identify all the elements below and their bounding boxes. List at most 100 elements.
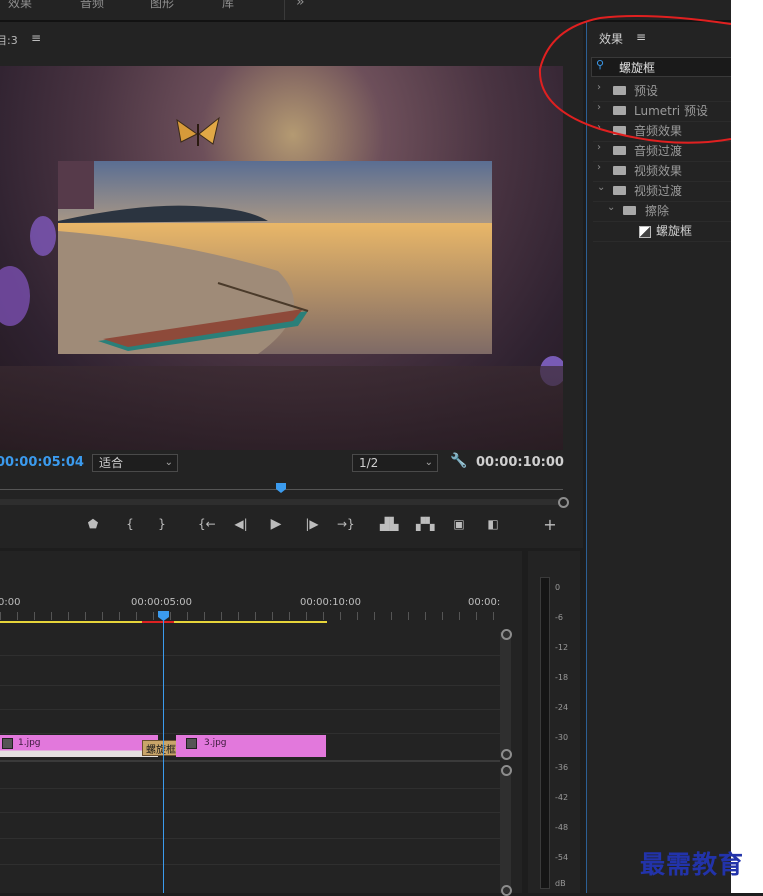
panel-menu-icon[interactable]: ≡ — [31, 31, 41, 45]
ground-shape — [0, 366, 563, 450]
flower-shape — [0, 266, 30, 326]
menu-effects[interactable]: 效果 — [8, 0, 32, 11]
ruler-label: 0:00 — [0, 597, 21, 608]
chevron-right-icon: › — [597, 162, 601, 173]
track-divider — [0, 655, 500, 656]
chevron-down-icon: ⌄ — [164, 457, 173, 468]
meter-tick: -18 — [555, 673, 569, 682]
chevron-down-icon: ⌄ — [597, 182, 606, 193]
compare-icon[interactable]: ◧ — [485, 517, 501, 531]
meter-unit: dB — [555, 879, 566, 888]
tree-item-label: 擦除 — [645, 204, 670, 218]
extract-icon[interactable]: ▞▚ — [416, 517, 434, 531]
track-divider — [0, 685, 500, 686]
fit-dropdown[interactable]: 适合 ⌄ — [92, 454, 178, 472]
go-to-in-icon[interactable]: {← — [198, 517, 216, 531]
out-point-icon[interactable]: } — [154, 517, 170, 531]
scroll-handle[interactable] — [501, 765, 512, 776]
in-point-icon[interactable]: { — [122, 517, 138, 531]
wrench-icon[interactable]: 🔧 — [450, 453, 467, 469]
marker-icon[interactable]: ⬟ — [85, 517, 101, 531]
audio-track-scrollbar[interactable] — [500, 768, 511, 893]
folder-icon — [623, 206, 636, 215]
timeline-panel — [0, 551, 522, 893]
transition-clip[interactable]: 螺旋框 — [142, 740, 178, 756]
step-back-icon[interactable]: ◀| — [233, 517, 249, 531]
scroll-handle[interactable] — [501, 749, 512, 760]
track-divider — [0, 709, 500, 710]
menu-graphics[interactable]: 图形 — [150, 0, 174, 11]
menu-divider — [284, 0, 285, 20]
ruler-label: 00:00:10:00 — [300, 597, 362, 608]
chevron-down-icon: ⌄ — [607, 202, 616, 213]
track-divider — [0, 838, 500, 839]
page-margin — [731, 0, 763, 893]
time-ruler-ticks[interactable] — [0, 612, 500, 620]
more-workspaces-icon[interactable]: » — [296, 0, 305, 10]
tree-item-label: 视频效果 — [634, 164, 683, 178]
meter-tick: -24 — [555, 703, 569, 712]
program-monitor-title[interactable]: 目:3 — [0, 32, 18, 48]
clip-1[interactable]: 1.jpg — [0, 735, 158, 757]
meter-tick: -36 — [555, 763, 569, 772]
folder-icon — [613, 166, 626, 175]
meter-tick: -42 — [555, 793, 569, 802]
tree-item-wipe[interactable]: ⌄ 擦除 — [593, 202, 731, 222]
scroll-handle[interactable] — [501, 885, 512, 896]
video-track-scrollbar[interactable] — [500, 632, 511, 758]
inset-beach-image — [58, 161, 492, 354]
clip-label: 1.jpg — [18, 738, 41, 748]
playhead-line[interactable] — [163, 618, 164, 893]
render-bar — [142, 621, 174, 623]
audio-meter-bar — [540, 577, 550, 889]
transition-icon — [639, 226, 651, 238]
tree-item-spiral-boxes[interactable]: 螺旋框 — [593, 222, 731, 242]
ruler-label: 00:00: — [468, 597, 501, 608]
red-annotation-circle — [538, 15, 731, 144]
duration-timecode: 00:00:10:00 — [476, 455, 564, 470]
resolution-dropdown-value: 1/2 — [359, 456, 379, 470]
add-icon[interactable]: + — [542, 515, 558, 534]
track-divider — [0, 812, 500, 813]
menu-audio[interactable]: 音频 — [80, 0, 104, 11]
step-forward-icon[interactable]: |▶ — [304, 517, 320, 531]
camera-icon[interactable]: ▣ — [451, 517, 467, 531]
current-timecode[interactable]: 00:00:05:04 — [0, 455, 84, 470]
lift-icon[interactable]: ▟▙ — [380, 517, 398, 531]
go-to-out-icon[interactable]: →} — [337, 517, 355, 531]
resolution-dropdown[interactable]: 1/2 ⌄ — [352, 454, 438, 472]
butterfly-image — [175, 116, 221, 150]
meter-tick: -30 — [555, 733, 569, 742]
meter-tick: -6 — [555, 613, 563, 622]
track-divider — [0, 760, 500, 762]
meter-tick: -48 — [555, 823, 569, 832]
track-divider — [0, 864, 500, 865]
tree-item-label: 视频过渡 — [634, 184, 683, 198]
fx-icon — [186, 738, 197, 749]
folder-icon — [613, 186, 626, 195]
watermark-text: 最需教育 — [640, 850, 745, 879]
ruler-label: 00:00:05:00 — [131, 597, 193, 608]
meter-tick: 0 — [555, 583, 561, 592]
scroll-handle[interactable] — [501, 629, 512, 640]
flower-shape — [30, 216, 56, 256]
tree-item-video-transitions[interactable]: ⌄ 视频过渡 — [593, 182, 731, 202]
tree-item-video-effects[interactable]: › 视频效果 — [593, 162, 731, 182]
transition-label: 螺旋框 — [146, 745, 176, 756]
chevron-down-icon: ⌄ — [424, 457, 433, 468]
menu-libraries[interactable]: 库 — [222, 0, 234, 11]
meter-tick: -54 — [555, 853, 569, 862]
meter-tick: -12 — [555, 643, 569, 652]
track-divider — [0, 788, 500, 789]
clip-3[interactable]: 3.jpg — [176, 735, 326, 757]
audio-meter-panel — [528, 551, 580, 893]
fit-dropdown-value: 适合 — [99, 456, 124, 470]
scroll-handle[interactable] — [558, 497, 569, 508]
video-preview — [0, 66, 563, 450]
track-divider — [0, 733, 500, 734]
play-icon[interactable]: ▶ — [268, 516, 284, 532]
tree-item-label: 螺旋框 — [656, 224, 693, 238]
zoom-scrollbar[interactable] — [0, 499, 560, 505]
fx-icon — [2, 738, 13, 749]
clip-label: 3.jpg — [204, 738, 227, 748]
